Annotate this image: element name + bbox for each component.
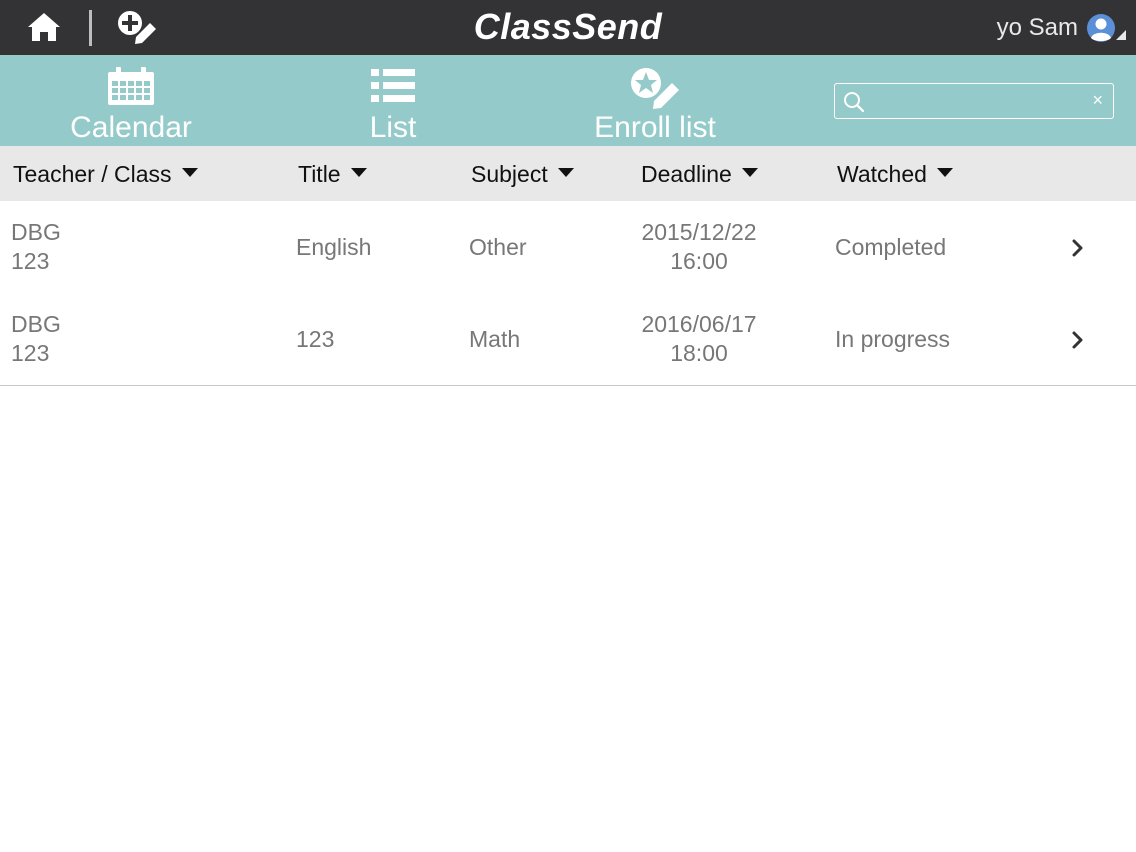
- sort-caret-icon: [741, 168, 758, 178]
- row-title: English: [296, 234, 372, 260]
- list-icon: [371, 69, 415, 102]
- row-deadline-time: 16:00: [670, 248, 728, 274]
- user-name: yo Sam: [996, 14, 1078, 41]
- column-label-teacher-class: Teacher / Class: [13, 161, 172, 187]
- row-title: 123: [296, 326, 335, 352]
- top-bar: ClassSend yo Sam: [0, 0, 1136, 55]
- column-header-subject[interactable]: Subject: [471, 146, 574, 201]
- row-class: 123: [11, 340, 50, 366]
- column-label-title: Title: [298, 161, 341, 187]
- row-watched-status: In progress: [835, 326, 951, 352]
- column-label-watched: Watched: [837, 161, 927, 187]
- column-header-watched[interactable]: Watched: [837, 146, 953, 201]
- column-label-deadline: Deadline: [641, 161, 732, 187]
- sort-caret-icon: [557, 168, 574, 178]
- nav-label-enroll-list: Enroll list: [594, 111, 716, 144]
- column-header-teacher-class[interactable]: Teacher / Class: [13, 146, 198, 201]
- avatar-icon: [1087, 14, 1115, 42]
- column-label-subject: Subject: [471, 161, 548, 187]
- row-watched-status: Completed: [835, 234, 947, 260]
- row-subject: Other: [469, 234, 527, 260]
- row-teacher: DBG: [11, 219, 61, 245]
- calendar-icon: [108, 67, 154, 105]
- search-input[interactable]: [871, 88, 1075, 116]
- row-class: 123: [11, 248, 50, 274]
- nav-item-calendar[interactable]: Calendar: [56, 55, 206, 146]
- column-header-title[interactable]: Title: [298, 146, 367, 201]
- enroll-icon: [631, 68, 679, 109]
- row-deadline-time: 18:00: [670, 340, 728, 366]
- table-header: Teacher / Class Title Subject Deadline W…: [0, 146, 1136, 201]
- row-subject: Math: [469, 326, 521, 352]
- row-deadline-date: 2016/06/17: [641, 311, 757, 337]
- row-deadline-date: 2015/12/22: [641, 219, 757, 245]
- search-clear-button[interactable]: ×: [1092, 90, 1103, 110]
- nav-bar: Calendar List Enroll list ×: [0, 55, 1136, 146]
- chevron-right-icon: [1072, 331, 1083, 349]
- row-teacher: DBG: [11, 311, 61, 337]
- search-icon: [844, 92, 865, 113]
- table-row[interactable]: DBG 123 English Other 2015/12/22 16:00 C…: [0, 201, 1136, 294]
- sort-caret-icon: [181, 168, 198, 178]
- sort-caret-icon: [350, 168, 367, 178]
- table-row[interactable]: DBG 123 123 Math 2016/06/17 18:00 In pro…: [0, 293, 1136, 386]
- user-menu[interactable]: yo Sam: [997, 10, 1126, 46]
- column-header-deadline[interactable]: Deadline: [641, 146, 758, 201]
- nav-item-enroll-list[interactable]: Enroll list: [580, 55, 730, 146]
- search-box[interactable]: ×: [834, 83, 1114, 119]
- nav-label-calendar: Calendar: [70, 111, 192, 144]
- app-title: ClassSend: [473, 6, 663, 47]
- nav-item-list[interactable]: List: [333, 55, 453, 146]
- user-menu-caret-icon: [1116, 30, 1126, 40]
- chevron-right-icon: [1072, 239, 1083, 257]
- nav-label-list: List: [369, 111, 417, 144]
- sort-caret-icon: [936, 168, 953, 178]
